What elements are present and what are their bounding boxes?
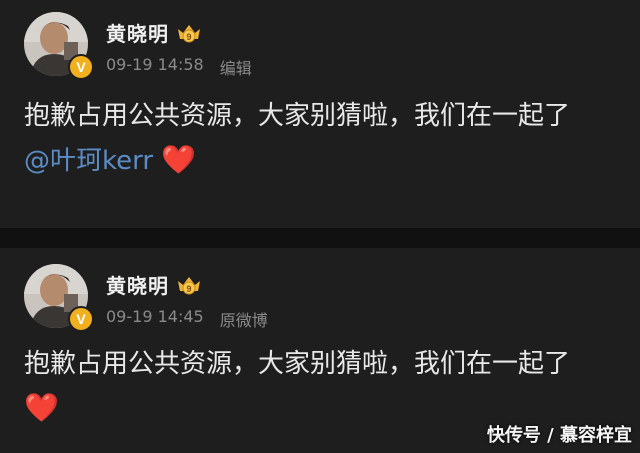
post-text: 抱歉占用公共资源，大家别猜啦，我们在一起了: [24, 101, 571, 131]
crown-badge-icon: 9: [178, 24, 200, 42]
verified-icon: V: [68, 306, 94, 332]
verified-icon: V: [68, 54, 94, 80]
watermark: 快传号 / 慕容梓宜: [486, 425, 632, 446]
post-edit-tag[interactable]: 编辑: [220, 55, 252, 79]
svg-text:9: 9: [186, 284, 191, 294]
post-source-tag[interactable]: 原微博: [220, 307, 268, 331]
crown-badge-icon: 9: [178, 276, 200, 294]
post-content: 抱歉占用公共资源，大家别猜啦，我们在一起了 ❤️: [24, 342, 624, 431]
post-text: 抱歉占用公共资源，大家别猜啦，我们在一起了: [24, 349, 571, 379]
svg-text:9: 9: [186, 32, 191, 42]
username[interactable]: 黄晓明: [106, 270, 169, 299]
post-separator: [0, 228, 640, 248]
mention-link[interactable]: @叶珂kerr: [24, 146, 153, 176]
heart-icon: ❤️: [161, 143, 197, 176]
post-time: 09-19 14:58: [106, 55, 204, 74]
post-content: 抱歉占用公共资源，大家别猜啦，我们在一起了 @叶珂kerr ❤️: [24, 94, 624, 183]
post-time: 09-19 14:45: [106, 307, 204, 326]
post-meta: 09-19 14:58 编辑: [106, 55, 252, 79]
heart-icon: ❤️: [24, 391, 59, 424]
svg-text:V: V: [76, 59, 86, 75]
username[interactable]: 黄晓明: [106, 18, 169, 47]
svg-text:V: V: [76, 311, 86, 327]
name-row: 黄晓明 9: [106, 18, 203, 47]
weibo-post-1: V 黄晓明 9 09-19 14:58 编辑 抱歉占用公共资源，大家别猜啦，我们…: [0, 0, 640, 228]
name-row: 黄晓明 9: [106, 270, 203, 299]
post-meta: 09-19 14:45 原微博: [106, 307, 268, 331]
